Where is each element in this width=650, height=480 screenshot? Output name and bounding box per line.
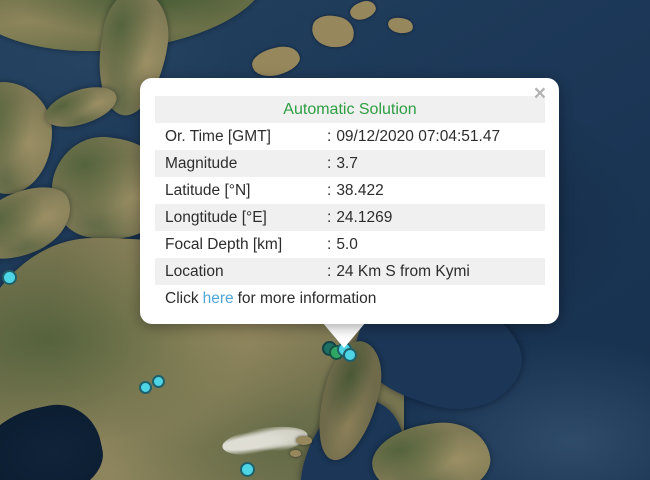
islet <box>310 13 357 51</box>
table-row-magnitude: Magnitude:3.7 <box>155 150 545 177</box>
epicenter-marker[interactable] <box>343 348 357 362</box>
islet <box>290 450 301 457</box>
more-info-line: Clickherefor more information <box>155 285 545 312</box>
row-label: Longtitude [°E] <box>155 204 327 231</box>
table-row-longitude: Longtitude [°E]:24.1269 <box>155 204 545 231</box>
here-link[interactable]: here <box>203 290 234 307</box>
row-value: 3.7 <box>336 155 358 172</box>
popup-title: Automatic Solution <box>283 101 416 118</box>
row-value: 5.0 <box>336 236 358 253</box>
link-text-before: Click <box>165 290 199 307</box>
islet <box>348 0 378 23</box>
row-value: 24.1269 <box>336 209 392 226</box>
table-row-location: Location:24 Km S from Kymi <box>155 258 545 285</box>
table-row-focal-depth: Focal Depth [km]:5.0 <box>155 231 545 258</box>
row-value: 09/12/2020 07:04:51.47 <box>336 128 500 145</box>
colon: : <box>327 231 331 258</box>
row-label: Magnitude <box>155 150 327 177</box>
table-row-origin-time: Or. Time [GMT]:09/12/2020 07:04:51.47 <box>155 123 545 150</box>
epicenter-marker[interactable] <box>139 381 152 394</box>
colon: : <box>327 204 331 231</box>
popup-tail <box>322 322 366 348</box>
earthquake-info-popup: × Automatic Solution Or. Time [GMT]:09/1… <box>140 78 559 324</box>
colon: : <box>327 123 331 150</box>
epicenter-marker[interactable] <box>2 270 17 285</box>
islet <box>249 42 302 81</box>
islet <box>387 16 414 34</box>
row-label: Location <box>155 258 327 285</box>
earthquake-map-view: × Automatic Solution Or. Time [GMT]:09/1… <box>0 0 650 480</box>
row-label: Or. Time [GMT] <box>155 123 327 150</box>
colon: : <box>327 177 331 204</box>
close-icon[interactable]: × <box>530 80 550 108</box>
row-label: Latitude [°N] <box>155 177 327 204</box>
row-value: 24 Km S from Kymi <box>336 263 470 280</box>
epicenter-marker[interactable] <box>240 462 255 477</box>
row-label: Focal Depth [km] <box>155 231 327 258</box>
table-row-latitude: Latitude [°N]:38.422 <box>155 177 545 204</box>
islet <box>296 436 312 445</box>
popup-title-row: Automatic Solution <box>155 96 545 123</box>
link-text-after: for more information <box>238 290 377 307</box>
colon: : <box>327 258 331 285</box>
colon: : <box>327 150 331 177</box>
landmass-west-coast <box>0 82 52 194</box>
row-value: 38.422 <box>336 182 383 199</box>
epicenter-marker[interactable] <box>152 375 165 388</box>
